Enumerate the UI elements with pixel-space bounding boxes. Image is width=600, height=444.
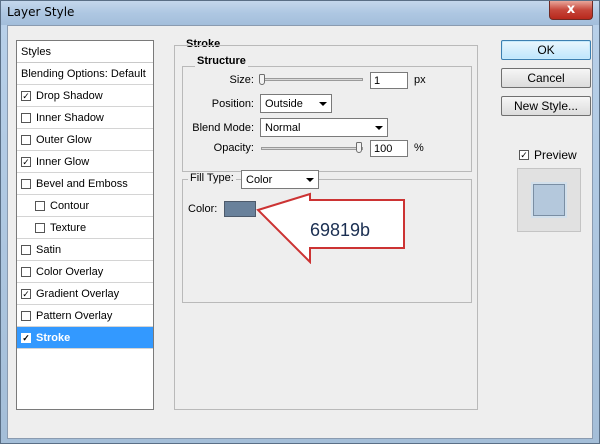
opacity-label: Opacity: (213, 142, 254, 154)
size-field[interactable]: 1 (370, 72, 408, 89)
size-label: Size: (229, 74, 254, 86)
color-label: Color: (188, 203, 218, 215)
close-button[interactable]: x (549, 1, 593, 20)
blend-mode-value: Normal (265, 122, 301, 134)
blending-options-item[interactable]: Blending Options: Default (17, 63, 153, 85)
style-item-label: Bevel and Emboss (36, 177, 128, 190)
chevron-down-icon (306, 178, 314, 182)
opacity-slider-thumb[interactable] (356, 142, 362, 153)
style-item-inner-shadow[interactable]: Inner Shadow (17, 107, 153, 129)
checkbox-icon[interactable] (21, 134, 31, 145)
style-item-satin[interactable]: Satin (17, 239, 153, 261)
style-item-label: Inner Glow (36, 155, 90, 168)
size-slider-thumb[interactable] (258, 74, 265, 85)
structure-title: Structure (195, 55, 248, 67)
blend-mode-label: Blend Mode: (192, 122, 254, 134)
size-unit: px (414, 74, 426, 86)
style-item-contour[interactable]: Contour (17, 195, 153, 217)
position-value: Outside (265, 98, 303, 110)
style-item-inner-glow[interactable]: ✓ Inner Glow (17, 151, 153, 173)
style-item-label: Gradient Overlay (36, 287, 120, 300)
style-item-label: Satin (36, 243, 62, 256)
checkbox-icon[interactable] (35, 200, 45, 211)
style-item-gradient-overlay[interactable]: ✓ Gradient Overlay (17, 283, 153, 305)
fill-type-select[interactable]: Color (241, 170, 319, 189)
checkbox-icon[interactable] (21, 112, 31, 123)
checkbox-icon[interactable]: ✓ (21, 288, 31, 299)
window-title: Layer Style (7, 5, 75, 19)
close-icon: x (566, 2, 576, 17)
style-item-bevel-and-emboss[interactable]: Bevel and Emboss (17, 173, 153, 195)
layer-style-window: Layer Style x Styles Blending Options: D… (0, 0, 600, 444)
checkbox-icon: ✓ (519, 150, 529, 160)
size-slider[interactable] (261, 78, 363, 81)
style-preview (517, 168, 581, 232)
blend-mode-select[interactable]: Normal (260, 118, 388, 137)
preview-label: Preview (534, 148, 577, 162)
preview-checkbox[interactable]: ✓ Preview (519, 148, 577, 162)
checkbox-icon[interactable] (21, 266, 31, 277)
checkbox-icon[interactable]: ✓ (21, 156, 31, 167)
checkbox-icon[interactable] (21, 244, 31, 255)
checkbox-icon[interactable] (21, 310, 31, 321)
style-item-label: Contour (50, 199, 90, 212)
style-item-texture[interactable]: Texture (17, 217, 153, 239)
dialog-body: Styles Blending Options: Default ✓ Drop S… (7, 25, 593, 439)
ok-button[interactable]: OK (501, 40, 591, 60)
style-item-label: Pattern Overlay (36, 309, 113, 322)
style-item-color-overlay[interactable]: Color Overlay (17, 261, 153, 283)
preview-thumbnail (533, 184, 565, 216)
color-callout: 69819b (256, 192, 408, 265)
stroke-color-swatch[interactable] (224, 201, 256, 217)
checkbox-icon[interactable]: ✓ (21, 332, 31, 343)
style-item-label: Stroke (36, 331, 71, 344)
chevron-down-icon (319, 102, 327, 106)
position-select[interactable]: Outside (260, 94, 332, 113)
opacity-field[interactable]: 100 (370, 140, 408, 157)
checkbox-icon[interactable] (21, 178, 31, 189)
style-item-stroke[interactable]: ✓ Stroke (17, 327, 153, 349)
style-item-label: Color Overlay (36, 265, 104, 278)
new-style-button[interactable]: New Style... (501, 96, 591, 116)
fill-type-value: Color (246, 174, 273, 186)
styles-header[interactable]: Styles (17, 41, 153, 63)
checkbox-icon[interactable]: ✓ (21, 90, 31, 101)
callout-text: 69819b (310, 220, 371, 240)
style-item-drop-shadow[interactable]: ✓ Drop Shadow (17, 85, 153, 107)
cancel-button[interactable]: Cancel (501, 68, 591, 88)
style-item-label: Outer Glow (36, 133, 92, 146)
chevron-down-icon (375, 126, 383, 130)
opacity-unit: % (414, 142, 424, 154)
style-item-outer-glow[interactable]: Outer Glow (17, 129, 153, 151)
checkbox-icon[interactable] (35, 222, 45, 233)
style-item-pattern-overlay[interactable]: Pattern Overlay (17, 305, 153, 327)
position-label: Position: (211, 98, 254, 110)
style-item-label: Texture (50, 221, 87, 234)
title-bar[interactable]: Layer Style x (1, 1, 599, 25)
opacity-slider[interactable] (261, 147, 363, 150)
style-item-label: Inner Shadow (36, 111, 104, 124)
style-item-label: Drop Shadow (36, 89, 103, 102)
styles-list: Styles Blending Options: Default ✓ Drop S… (16, 40, 154, 410)
fill-type-label: Fill Type: (188, 172, 236, 184)
